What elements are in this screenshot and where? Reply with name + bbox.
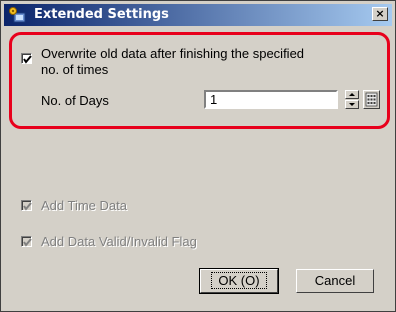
keypad-icon — [365, 92, 378, 107]
arrow-down-icon — [349, 103, 355, 106]
overwrite-checkbox[interactable] — [21, 53, 32, 64]
cancel-button-label: Cancel — [314, 273, 356, 288]
title-bar[interactable]: Extended Settings × — [4, 4, 392, 26]
arrow-up-icon — [349, 93, 355, 96]
keypad-button[interactable] — [363, 90, 380, 109]
ok-button-label: OK (O) — [211, 272, 267, 289]
checkmark-icon — [23, 55, 32, 64]
days-input[interactable]: 1 — [204, 90, 338, 109]
days-spinner[interactable] — [345, 90, 359, 109]
close-icon: × — [375, 7, 385, 20]
dialog-title: Extended Settings — [34, 7, 169, 22]
overwrite-label-line1: Overwrite old data after finishing the s… — [41, 46, 305, 61]
checkmark-icon — [23, 238, 32, 247]
extended-settings-dialog: Extended Settings × Overwrite old data a… — [0, 0, 396, 312]
ok-button[interactable]: OK (O) — [199, 268, 279, 294]
spin-up-button[interactable] — [345, 90, 359, 99]
add-valid-flag-checkbox[interactable] — [21, 236, 32, 247]
cancel-button[interactable]: Cancel — [296, 269, 374, 293]
add-time-data-checkbox[interactable] — [21, 200, 32, 211]
add-valid-flag-label: Add Data Valid/Invalid Flag — [41, 234, 197, 249]
close-button[interactable]: × — [372, 7, 388, 21]
checkmark-icon — [23, 202, 32, 211]
add-time-data-label: Add Time Data — [41, 198, 127, 213]
settings-app-icon — [9, 7, 26, 23]
days-label: No. of Days — [41, 93, 109, 108]
spin-down-button[interactable] — [345, 100, 359, 109]
overwrite-label-line2: no. of times — [41, 62, 109, 77]
